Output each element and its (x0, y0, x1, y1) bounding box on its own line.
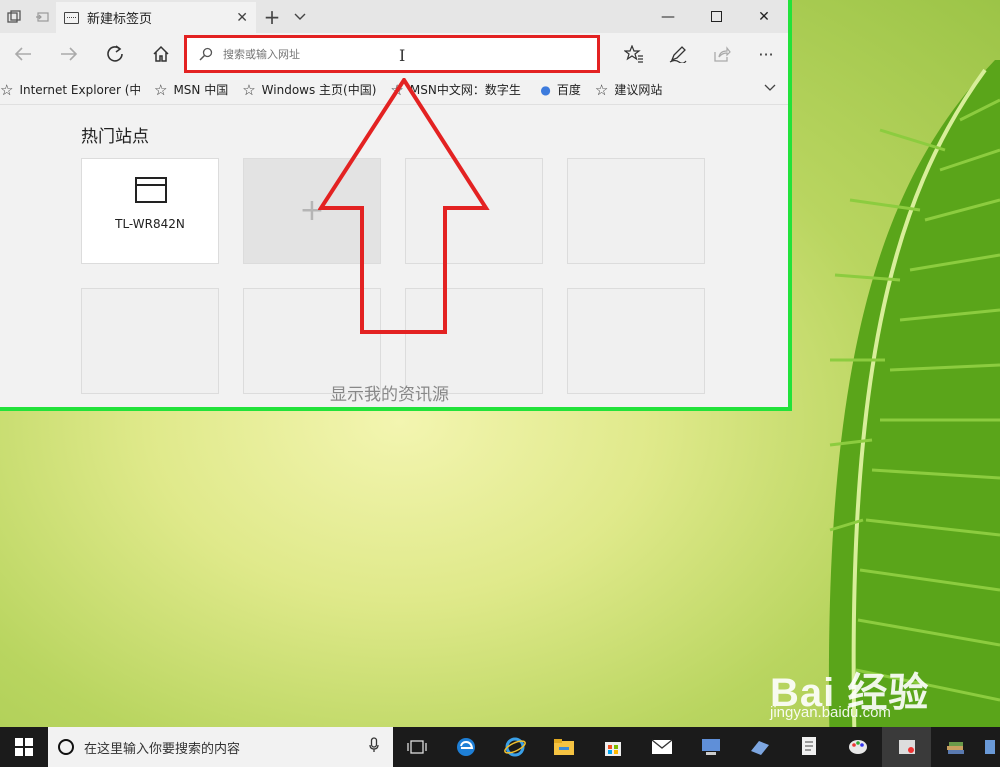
top-site-label: TL-WR842N (115, 217, 185, 231)
app-icon[interactable] (735, 727, 784, 767)
edge-browser-icon[interactable] (442, 727, 491, 767)
favorite-item[interactable]: ☆ Internet Explorer (中目 (0, 81, 140, 99)
refresh-button[interactable] (92, 33, 138, 75)
paw-icon: ● (540, 82, 551, 97)
close-window-button[interactable]: ✕ (740, 0, 788, 33)
file-explorer-icon[interactable] (539, 727, 588, 767)
internet-explorer-icon[interactable] (491, 727, 540, 767)
annotation-arrow (318, 78, 490, 334)
text-cursor-icon: I (399, 46, 406, 65)
cortana-icon (57, 739, 74, 755)
favorite-item[interactable]: ☆ 建议网站 (595, 81, 662, 99)
site-icon (135, 177, 167, 203)
set-aside-tabs-icon[interactable] (28, 0, 56, 33)
toolbar-right: ··· (612, 33, 788, 75)
taskbar-search-placeholder: 在这里输入你要搜索的内容 (83, 741, 240, 757)
empty-site-tile[interactable] (567, 158, 705, 264)
taskbar: 在这里输入你要搜索的内容 (0, 727, 1000, 767)
navigation-bar: I ··· (0, 33, 788, 75)
tab-new-tab[interactable]: 新建标签页 ✕ (56, 2, 256, 33)
tab-overview-icon[interactable] (0, 0, 28, 33)
empty-site-tile[interactable] (567, 288, 705, 394)
baidu-jingyan-watermark: Bai 经验 jingyan.baidu.com (770, 660, 995, 724)
network-app-icon[interactable] (686, 727, 735, 767)
watermark-url: jingyan.baidu.com (770, 704, 891, 721)
screen-recorder-icon[interactable] (882, 727, 932, 767)
books-app-icon[interactable] (931, 727, 980, 767)
search-icon (199, 47, 213, 61)
home-button[interactable] (138, 33, 184, 75)
web-note-button[interactable] (656, 33, 700, 75)
address-bar[interactable]: I (184, 35, 600, 73)
favorites-hub-button[interactable] (612, 33, 656, 75)
document-app-icon[interactable] (784, 727, 833, 767)
star-icon: ☆ (242, 80, 256, 99)
favorite-item[interactable]: ☆ MSN 中国 (154, 81, 228, 99)
windows-logo-icon (14, 738, 33, 756)
more-options-button[interactable]: ··· (744, 33, 788, 75)
back-button[interactable] (0, 33, 46, 75)
overflow-app-icon[interactable] (980, 727, 1000, 767)
share-button[interactable] (700, 33, 744, 75)
show-feed-link[interactable]: 显示我的资讯源 (330, 380, 449, 405)
address-input[interactable] (223, 47, 523, 61)
star-icon: ☆ (0, 80, 14, 99)
title-bar: 新建标签页 ✕ + — ✕ (0, 0, 788, 33)
microphone-icon[interactable] (368, 737, 379, 757)
star-icon: ☆ (594, 80, 609, 99)
paint-app-icon[interactable] (833, 727, 882, 767)
favorite-item[interactable]: ● 百度 (540, 81, 581, 98)
mail-icon[interactable] (637, 727, 686, 767)
desktop-wallpaper-leaf (760, 60, 1000, 760)
task-view-icon[interactable] (393, 727, 442, 767)
page-icon (64, 11, 79, 24)
top-site-tile[interactable]: TL-WR842N (81, 158, 219, 264)
maximize-button[interactable] (692, 0, 740, 33)
empty-site-tile[interactable] (81, 288, 219, 394)
new-tab-button[interactable]: + (256, 0, 288, 33)
taskbar-search-box[interactable]: 在这里输入你要搜索的内容 (47, 727, 393, 767)
top-sites-title: 热门站点 (81, 127, 149, 147)
close-tab-icon[interactable]: ✕ (236, 10, 248, 26)
start-button[interactable] (0, 727, 48, 767)
window-controls: — ✕ (644, 0, 788, 33)
forward-button[interactable] (46, 33, 92, 75)
browser-window: 新建标签页 ✕ + — ✕ I (0, 0, 792, 411)
store-icon[interactable] (588, 727, 637, 767)
star-icon: ☆ (154, 80, 168, 99)
chevron-down-icon[interactable] (764, 81, 776, 95)
tab-title: 新建标签页 (87, 12, 153, 27)
minimize-button[interactable]: — (644, 0, 692, 33)
chevron-down-icon[interactable] (288, 0, 312, 33)
